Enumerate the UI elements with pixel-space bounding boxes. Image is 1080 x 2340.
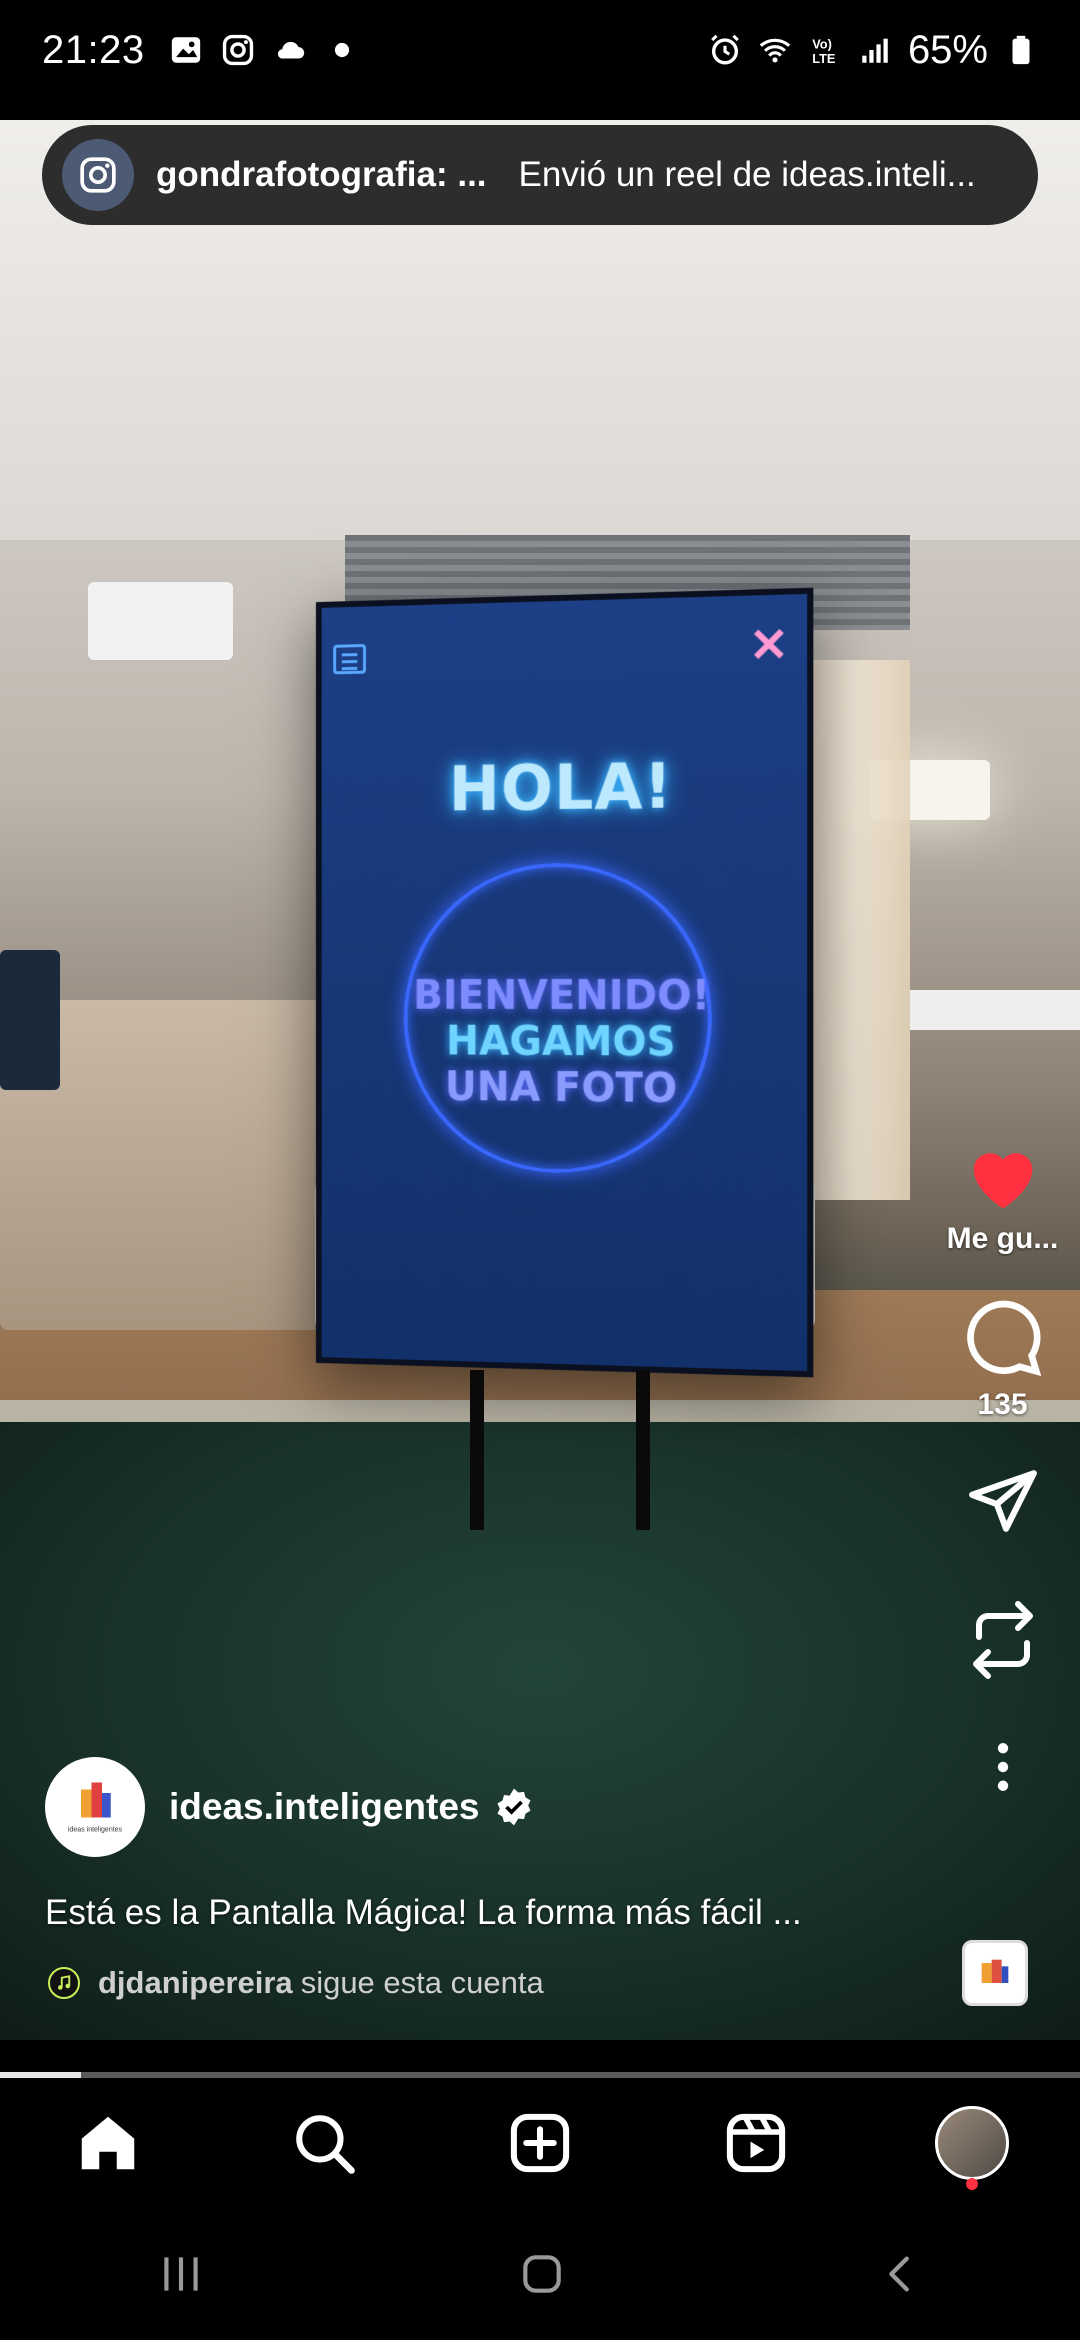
dm-notification-banner[interactable]: gondrafotografia: ... Envió un reel de i… (42, 125, 1038, 225)
screen-line-welcome: BIENVENIDO! (413, 972, 710, 1020)
nav-home[interactable] (53, 2088, 163, 2198)
send-icon (968, 1470, 1037, 1532)
dm-sender: gondrafotografia: ... (156, 155, 487, 194)
battery-icon (1012, 35, 1030, 65)
volte-icon: Vo)LTE (812, 37, 835, 66)
wifi-icon (759, 38, 791, 63)
magic-screen: ✕ HOLA! BIENVENIDO! HAGAMOS UNA FOTO (315, 587, 814, 1378)
battery-percentage: 65% (907, 27, 988, 72)
brand-logo: ideas inteligentes (68, 1782, 123, 1834)
nav-profile[interactable] (917, 2088, 1027, 2198)
remix-button[interactable] (966, 1598, 1040, 1682)
more-vertical-icon (997, 1743, 1008, 1791)
cloud-icon (277, 41, 304, 59)
status-time: 21:23 (42, 27, 145, 72)
screen-stand (470, 1370, 650, 1530)
create-icon (510, 2113, 570, 2173)
reel-video[interactable]: ✕ HOLA! BIENVENIDO! HAGAMOS UNA FOTO (0, 120, 1080, 2040)
svg-text:ideas inteligentes: ideas inteligentes (68, 1827, 123, 1834)
comment-count: 135 (977, 1388, 1028, 1421)
alarm-icon (711, 34, 739, 65)
svg-text:Vo): Vo) (812, 37, 832, 52)
status-bar: 21:23 Vo) LTE 65% (0, 0, 1080, 100)
scene-tripod (0, 950, 60, 1090)
follower-username[interactable]: djdanipereira (98, 1965, 293, 2001)
system-nav (0, 2208, 1080, 2340)
svg-text:LTE: LTE (812, 51, 835, 66)
signal-icon (862, 38, 888, 63)
search-icon (296, 2115, 355, 2174)
scene-curtain (800, 660, 910, 1200)
avatar[interactable]: ideas inteligentes (45, 1757, 145, 1857)
screen-welcome-text: BIENVENIDO! HAGAMOS UNA FOTO (322, 973, 807, 1114)
heart-icon (973, 1153, 1032, 1209)
scene-air-conditioner (88, 582, 233, 660)
audio-thumbnail[interactable] (962, 1940, 1028, 2006)
scene-table (910, 990, 1080, 1030)
dm-message: Envió un reel de ideas.inteli... (518, 155, 976, 194)
music-note-icon (58, 1975, 71, 1990)
dot-icon (334, 42, 349, 58)
like-button[interactable]: Me gu... (925, 1140, 1080, 1256)
notification-icons (169, 33, 359, 67)
nav-search[interactable] (269, 2088, 379, 2198)
system-status: Vo) LTE 65% (708, 28, 1038, 73)
follower-avatar (48, 1967, 80, 1999)
instagram-icon (62, 139, 134, 211)
verified-badge-icon (497, 1788, 530, 1826)
bottom-nav (0, 2078, 1080, 2208)
reels-icon (726, 2113, 786, 2173)
notification-dot (966, 2178, 978, 2190)
like-label: Me gu... (946, 1222, 1059, 1255)
music-icon (981, 1959, 1009, 1983)
home-button-icon[interactable] (517, 2249, 567, 2299)
share-button[interactable] (966, 1464, 1040, 1538)
home-icon (81, 2116, 135, 2170)
profile-avatar (935, 2106, 1009, 2180)
follow-note: djdanipereira sigue esta cuenta (48, 1965, 544, 2001)
nav-create[interactable] (485, 2088, 595, 2198)
nav-reels[interactable] (701, 2088, 811, 2198)
more-options-button[interactable] (993, 1742, 1013, 1792)
screen-greeting: HOLA! (448, 749, 674, 826)
screen-line-photo: UNA FOTO (444, 1064, 678, 1113)
instagram-icon (222, 34, 253, 66)
close-icon: ✕ (749, 617, 789, 672)
back-icon[interactable] (878, 2249, 924, 2299)
reel-caption[interactable]: Está es la Pantalla Mágica! La forma más… (45, 1893, 925, 1933)
repost-icon (972, 1601, 1033, 1679)
screen-line-lets: HAGAMOS (446, 1018, 676, 1066)
menu-icon (333, 644, 366, 675)
author-username[interactable]: ideas.inteligentes (169, 1786, 480, 1828)
comment-button[interactable]: 135 (963, 1298, 1043, 1422)
author-row[interactable]: ideas inteligentes ideas.inteligentes (45, 1757, 534, 1857)
reel-actions: Me gu... 135 (925, 1140, 1080, 1792)
recents-icon[interactable] (156, 2251, 206, 2297)
comment-icon (966, 1300, 1041, 1377)
follow-note-text: sigue esta cuenta (300, 1965, 544, 2000)
gallery-icon (171, 37, 200, 63)
